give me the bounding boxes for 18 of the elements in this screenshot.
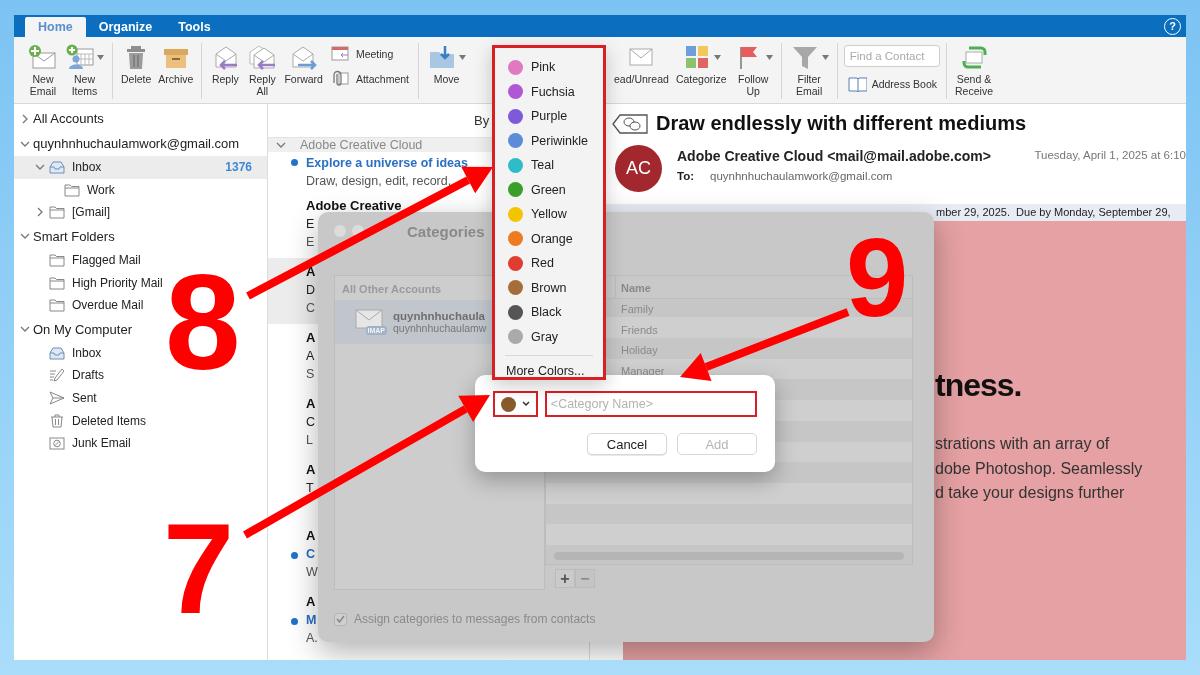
email-subject: Draw endlessly with different mediums: [656, 112, 1027, 135]
body-text: strations with an array of: [935, 434, 1111, 454]
body-text: d take your designs further: [935, 483, 1126, 503]
avatar: AC: [615, 145, 662, 192]
to-label: To:: [677, 170, 695, 182]
dialog-title: Categories: [407, 222, 485, 240]
sender-address: Adobe Creative Cloud <mail@mail.adobe.com>: [677, 148, 991, 164]
column-header: Name: [620, 281, 651, 296]
unread-count: 1376: [225, 160, 252, 175]
step-number: 7: [163, 505, 235, 633]
step-number: 8: [165, 254, 241, 390]
recipient-address: quynhnhuchaulamwork@gmail.com: [710, 170, 893, 182]
checkbox-label: Assign categories to messages from contacts: [354, 612, 596, 626]
email-date: Tuesday, April 1, 2025 at 6:10: [1034, 148, 1186, 161]
body-heading: tness.: [935, 367, 1023, 404]
group-header: Adobe Creative Cloud: [300, 138, 423, 152]
step-number: 9: [846, 222, 909, 334]
body-text: dobe Photoshop. Seamlessly: [935, 458, 1144, 479]
